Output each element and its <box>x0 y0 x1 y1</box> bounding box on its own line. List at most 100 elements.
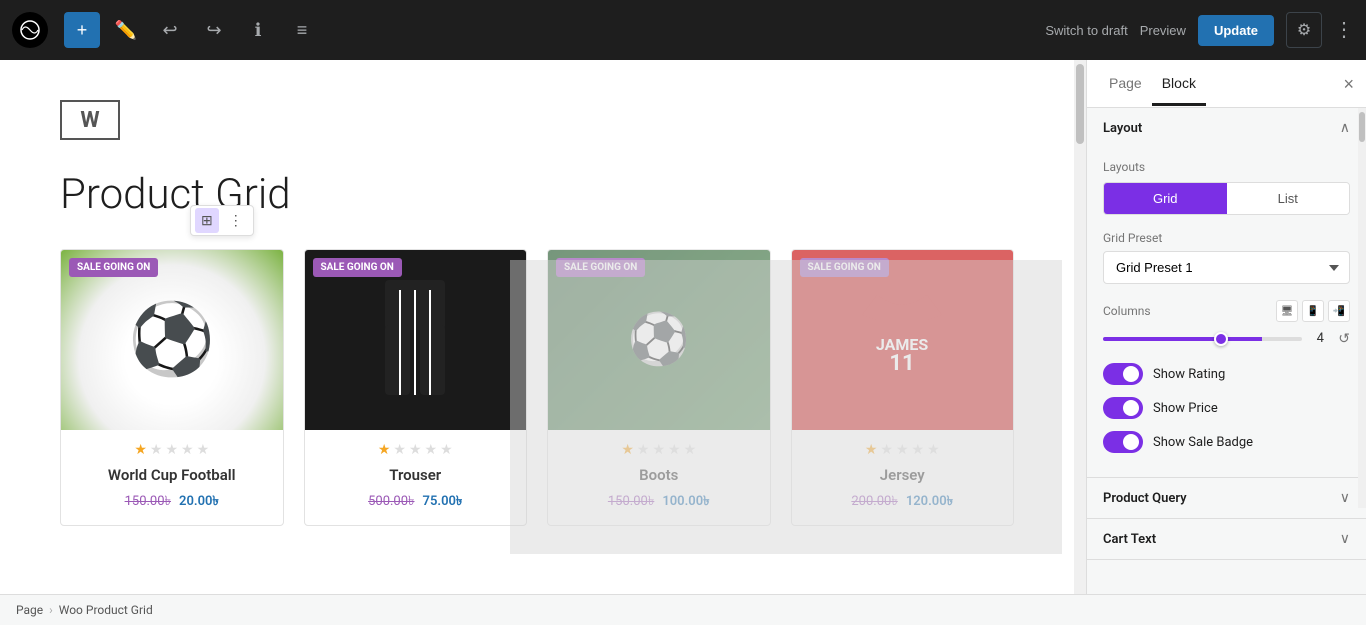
breadcrumb-separator: › <box>49 603 53 617</box>
show-rating-row: Show Rating <box>1103 363 1350 385</box>
product-grid: SALE GOING ON ⚽ ★ ★ ★ ★ ★ World Cup Foot… <box>60 249 1014 526</box>
star-2: ★ <box>637 442 650 458</box>
page-title: Product Grid <box>60 170 291 219</box>
close-panel-button[interactable]: × <box>1343 75 1354 93</box>
star-4: ★ <box>425 442 438 458</box>
new-price: 120.00৳ <box>906 492 953 513</box>
star-1: ★ <box>865 442 878 458</box>
columns-value: 4 <box>1310 331 1330 346</box>
show-rating-toggle[interactable] <box>1103 363 1143 385</box>
show-price-row: Show Price <box>1103 397 1350 419</box>
scrollbar-thumb[interactable] <box>1076 64 1084 144</box>
product-name: Boots <box>560 466 758 484</box>
price-row: 500.00৳ 75.00৳ <box>317 492 515 513</box>
star-2: ★ <box>393 442 406 458</box>
w-placeholder: W <box>60 100 120 140</box>
breadcrumb-current: Woo Product Grid <box>59 603 153 617</box>
mobile-icon[interactable]: 📲 <box>1328 300 1350 322</box>
cart-text-section-header[interactable]: Cart Text ∨ <box>1087 519 1366 559</box>
layout-section-body: Layouts Grid List Grid Preset Grid Prese… <box>1087 148 1366 477</box>
product-card: SALE GOING ON JAMES 11 ★ ★ ★ <box>791 249 1015 526</box>
star-3: ★ <box>896 442 909 458</box>
show-sale-badge-toggle[interactable] <box>1103 431 1143 453</box>
price-row: 150.00৳ 100.00৳ <box>560 492 758 513</box>
switch-draft-button[interactable]: Switch to draft <box>1045 23 1127 38</box>
page-tab[interactable]: Page <box>1099 63 1152 106</box>
editor-scrollbar[interactable] <box>1074 60 1086 594</box>
product-body: ★ ★ ★ ★ ★ Jersey 200.00৳ 120.00৳ <box>792 430 1014 525</box>
list-layout-button[interactable]: List <box>1227 183 1350 214</box>
product-image-trouser <box>305 250 527 430</box>
product-card: SALE GOING ON ⚽ ★ ★ ★ ★ ★ World Cup Foot… <box>60 249 284 526</box>
columns-header: Columns 🖥 📱 📲 <box>1103 300 1350 322</box>
star-rating: ★ ★ ★ ★ ★ <box>560 442 758 458</box>
star-rating: ★ ★ ★ ★ ★ <box>317 442 515 458</box>
star-3: ★ <box>165 442 178 458</box>
grid-view-btn[interactable]: ⊞ <box>195 208 219 233</box>
star-4: ★ <box>181 442 194 458</box>
topbar-actions: Switch to draft Preview Update ⚙ ⋮ <box>1045 12 1354 48</box>
grid-preset-label: Grid Preset <box>1103 231 1350 245</box>
layout-section-title: Layout <box>1103 121 1142 136</box>
columns-icons: 🖥 📱 📲 <box>1276 300 1350 322</box>
block-options-btn[interactable]: ⋮ <box>223 208 249 233</box>
breadcrumb-page: Page <box>16 603 43 617</box>
product-body: ★ ★ ★ ★ ★ World Cup Football 150.00৳ 20.… <box>61 430 283 525</box>
preview-button[interactable]: Preview <box>1140 23 1186 38</box>
block-tab[interactable]: Block <box>1152 63 1206 106</box>
star-rating: ★ ★ ★ ★ ★ <box>73 442 271 458</box>
show-price-label: Show Price <box>1153 401 1218 416</box>
new-price: 20.00৳ <box>179 492 219 513</box>
product-card: SALE GOING ON ★ <box>304 249 528 526</box>
redo-button[interactable]: ↪ <box>196 12 232 48</box>
product-query-section-header[interactable]: Product Query ∨ <box>1087 478 1366 518</box>
grid-preset-row: Grid Preset Grid Preset 1 <box>1103 231 1350 284</box>
star-3: ★ <box>652 442 665 458</box>
sale-badge: SALE GOING ON <box>69 258 158 277</box>
tablet-icon[interactable]: 📱 <box>1302 300 1324 322</box>
reset-columns-button[interactable]: ↺ <box>1338 330 1350 347</box>
chevron-up-icon: ∧ <box>1340 120 1350 136</box>
old-price: 150.00৳ <box>125 492 171 513</box>
wp-logo-icon <box>20 20 40 40</box>
grid-layout-button[interactable]: Grid <box>1104 183 1227 214</box>
new-price: 75.00৳ <box>423 492 463 513</box>
price-row: 200.00৳ 120.00৳ <box>804 492 1002 513</box>
pencil-icon-button[interactable]: ✏️ <box>108 12 144 48</box>
product-name: World Cup Football <box>73 466 271 484</box>
star-1: ★ <box>134 442 147 458</box>
star-5: ★ <box>440 442 453 458</box>
sale-badge: SALE GOING ON <box>800 258 889 277</box>
grid-preset-select[interactable]: Grid Preset 1 <box>1103 251 1350 284</box>
old-price: 150.00৳ <box>608 492 654 513</box>
desktop-icon[interactable]: 🖥 <box>1276 300 1298 322</box>
layout-section-header[interactable]: Layout ∧ <box>1087 108 1366 148</box>
product-body: ★ ★ ★ ★ ★ Boots 150.00৳ 100.00৳ <box>548 430 770 525</box>
star-3: ★ <box>409 442 422 458</box>
editor-area[interactable]: ⊞ ⋮ W Product Grid SALE GOING ON ⚽ ★ ★ <box>0 60 1074 594</box>
panel-tabs: Page Block × <box>1087 60 1366 108</box>
old-price: 200.00৳ <box>851 492 897 513</box>
star-5: ★ <box>684 442 697 458</box>
add-block-button[interactable]: + <box>64 12 100 48</box>
topbar: + ✏️ ↩ ↪ ℹ ≡ Switch to draft Preview Upd… <box>0 0 1366 60</box>
star-5: ★ <box>197 442 210 458</box>
breadcrumb-bar: Page › Woo Product Grid <box>0 594 1366 625</box>
main-area: ⊞ ⋮ W Product Grid SALE GOING ON ⚽ ★ ★ <box>0 60 1366 594</box>
update-button[interactable]: Update <box>1198 15 1274 46</box>
info-button[interactable]: ℹ <box>240 12 276 48</box>
show-sale-badge-row: Show Sale Badge <box>1103 431 1350 453</box>
star-2: ★ <box>880 442 893 458</box>
columns-slider[interactable] <box>1103 337 1302 341</box>
product-image-boots: ⚽ <box>548 250 770 430</box>
slider-row: 4 ↺ <box>1103 330 1350 347</box>
product-body: ★ ★ ★ ★ ★ Trouser 500.00৳ 75.00৳ <box>305 430 527 525</box>
star-4: ★ <box>912 442 925 458</box>
undo-button[interactable]: ↩ <box>152 12 188 48</box>
layouts-label: Layouts <box>1103 160 1350 174</box>
more-options-button[interactable]: ⋮ <box>1334 20 1354 40</box>
columns-row: Columns 🖥 📱 📲 4 ↺ <box>1103 300 1350 347</box>
show-price-toggle[interactable] <box>1103 397 1143 419</box>
list-view-button[interactable]: ≡ <box>284 12 320 48</box>
settings-button[interactable]: ⚙ <box>1286 12 1322 48</box>
